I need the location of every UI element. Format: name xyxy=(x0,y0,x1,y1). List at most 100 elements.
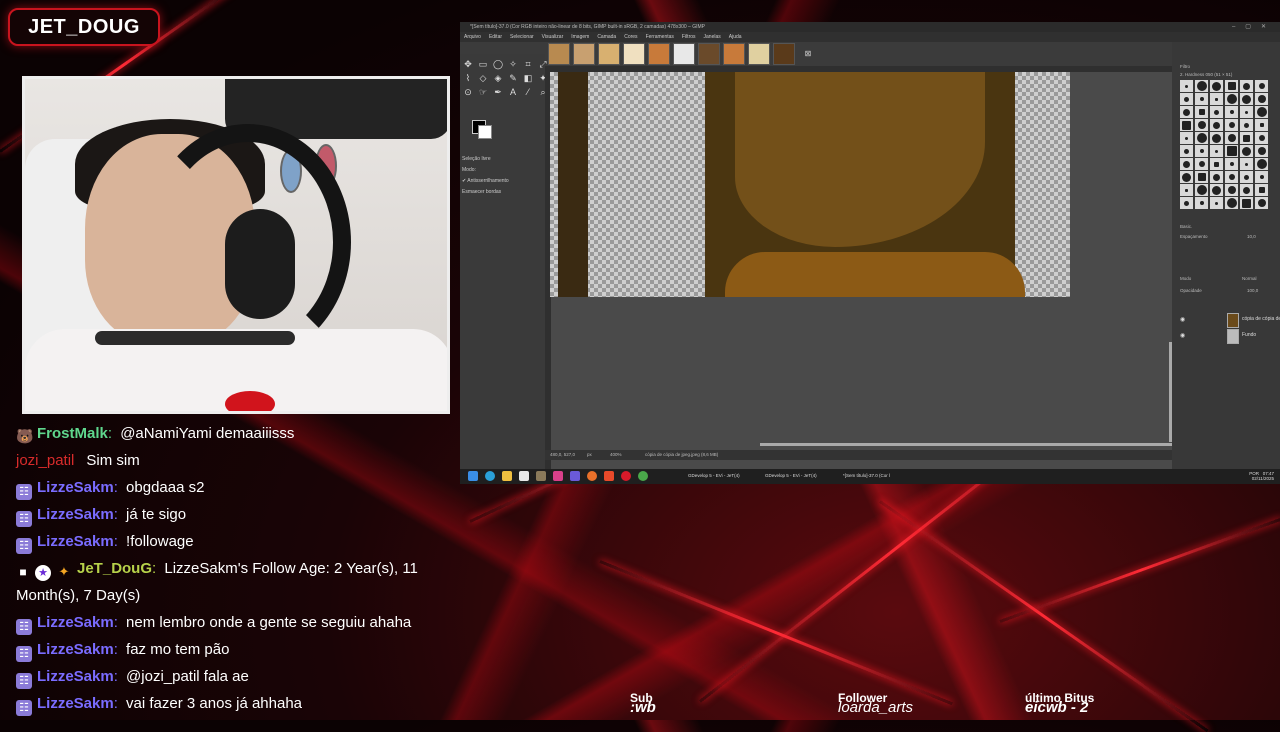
brush-preset-item[interactable] xyxy=(1195,171,1208,183)
sub-badge-icon[interactable]: ☷ xyxy=(16,619,32,635)
brush-preset-item[interactable] xyxy=(1240,184,1253,196)
brush-preset-item[interactable] xyxy=(1180,132,1193,144)
brush-preset-item[interactable] xyxy=(1210,145,1223,157)
chat-username[interactable]: LizzeSakm xyxy=(37,506,114,523)
clock-date[interactable]: 02/11/2025 xyxy=(1252,476,1274,481)
brush-preset-item[interactable] xyxy=(1240,106,1253,118)
brush-preset-item[interactable] xyxy=(1180,93,1193,105)
menu-item[interactable]: Arquivo xyxy=(464,34,481,40)
brush-preset-item[interactable] xyxy=(1255,93,1268,105)
window-controls[interactable]: –▢✕ xyxy=(1232,23,1276,30)
tool-option[interactable]: ✔ Antisserrilhamento xyxy=(460,176,545,187)
image-tab[interactable] xyxy=(573,43,595,65)
brush-preset-item[interactable] xyxy=(1180,197,1193,209)
brush-preset-item[interactable] xyxy=(1225,158,1238,170)
brush-preset-item[interactable] xyxy=(1225,197,1238,209)
brush-preset-item[interactable] xyxy=(1210,93,1223,105)
image-tab[interactable] xyxy=(648,43,670,65)
spacing-value[interactable]: 10,0 xyxy=(1247,234,1256,239)
brush-preset-item[interactable] xyxy=(1255,184,1268,196)
image-tab[interactable] xyxy=(673,43,695,65)
chrome-icon[interactable] xyxy=(638,471,648,481)
brush-preset-item[interactable] xyxy=(1225,184,1238,196)
brush-preset-item[interactable] xyxy=(1240,93,1253,105)
menu-item[interactable]: Camada xyxy=(597,34,616,40)
taskbar-app-gdevelop[interactable]: GDevelop 5 - EVi - JeT(4) xyxy=(765,473,817,478)
brush-preset-item[interactable] xyxy=(1255,145,1268,157)
chat-username[interactable]: LizzeSakm xyxy=(37,641,114,658)
brush-preset-item[interactable] xyxy=(1255,119,1268,131)
brush-preset-item[interactable] xyxy=(1255,197,1268,209)
brush-preset-item[interactable] xyxy=(1240,158,1253,170)
lasso-icon[interactable]: ◯ xyxy=(492,58,504,70)
brush-filter[interactable]: Filtro xyxy=(1180,64,1190,69)
chat-username[interactable]: LizzeSakm xyxy=(37,695,114,712)
brush-preset-item[interactable] xyxy=(1180,145,1193,157)
image-tab[interactable] xyxy=(723,43,745,65)
brush-preset-item[interactable] xyxy=(1255,106,1268,118)
image-tab[interactable] xyxy=(598,43,620,65)
brush-preset-item[interactable] xyxy=(1210,132,1223,144)
sub-badge-icon[interactable]: ☷ xyxy=(16,673,32,689)
chat-username[interactable]: LizzeSakm xyxy=(37,668,114,685)
chat-username[interactable]: JeT_DouG xyxy=(77,560,152,577)
brush-preset-item[interactable] xyxy=(1255,132,1268,144)
brush-preset-item[interactable] xyxy=(1255,158,1268,170)
layer-row[interactable]: ◉ Fundo xyxy=(1172,328,1280,344)
background-color[interactable] xyxy=(478,125,492,139)
edge-icon[interactable] xyxy=(485,471,495,481)
brush-preset-item[interactable] xyxy=(1225,80,1238,92)
chat-username[interactable]: LizzeSakm xyxy=(37,479,114,496)
brush-preset-item[interactable] xyxy=(1240,119,1253,131)
warp-icon[interactable]: ⌇ xyxy=(462,72,474,84)
brush-preset-item[interactable] xyxy=(1240,171,1253,183)
gimp-window[interactable]: *[Sem título]-37.0 (Cor RGB inteiro não-… xyxy=(460,22,1280,484)
brave-icon[interactable] xyxy=(604,471,614,481)
brush-preset-item[interactable] xyxy=(1180,184,1193,196)
brush-preset-item[interactable] xyxy=(1195,132,1208,144)
chat-username[interactable]: LizzeSakm xyxy=(37,614,114,631)
opacity-value[interactable]: 100,0 xyxy=(1247,288,1258,293)
smudge-icon[interactable]: ☞ xyxy=(477,86,489,98)
opera-icon[interactable] xyxy=(621,471,631,481)
star-badge-icon[interactable]: ★ xyxy=(35,565,51,581)
brush-preset-item[interactable] xyxy=(1180,80,1193,92)
clone-icon[interactable]: ⊙ xyxy=(462,86,474,98)
brush-preset-item[interactable] xyxy=(1195,145,1208,157)
menu-item[interactable]: Selecionar xyxy=(510,34,534,40)
fire-badge-icon[interactable]: ✦ xyxy=(56,564,72,580)
chat-username[interactable]: FrostMalk xyxy=(37,425,108,442)
unit-select[interactable]: px xyxy=(587,452,592,457)
text-tool-icon[interactable]: A xyxy=(507,86,519,98)
visibility-eye-icon[interactable]: ◉ xyxy=(1180,332,1185,339)
brush-preset-item[interactable] xyxy=(1210,158,1223,170)
fuzzy-select-icon[interactable]: ✧ xyxy=(507,58,519,70)
rect-select-icon[interactable]: ▭ xyxy=(477,58,489,70)
menu-item[interactable]: Filtros xyxy=(682,34,696,40)
layer-row[interactable]: ◉ cópia de cópia de xyxy=(1172,312,1280,328)
sub-badge-icon[interactable]: ☷ xyxy=(16,538,32,554)
image-tab[interactable] xyxy=(748,43,770,65)
taskbar-app-gdevelop[interactable]: GDevelop 5 - EVi - JeT(4) xyxy=(688,473,740,478)
sub-badge-icon[interactable]: ☷ xyxy=(16,484,32,500)
brush-preset-item[interactable] xyxy=(1240,197,1253,209)
brush-preset-item[interactable] xyxy=(1210,171,1223,183)
zoom-select[interactable]: 400% xyxy=(610,452,622,457)
brush-preset-item[interactable] xyxy=(1210,184,1223,196)
brush-preset-item[interactable] xyxy=(1225,106,1238,118)
paintbrush-icon[interactable]: ✎ xyxy=(507,72,519,84)
sub-badge-icon[interactable]: ☷ xyxy=(16,646,32,662)
brush-preset-item[interactable] xyxy=(1240,80,1253,92)
image-tab[interactable] xyxy=(548,43,570,65)
brush-preset-item[interactable] xyxy=(1210,106,1223,118)
gimp-titlebar[interactable]: *[Sem título]-37.0 (Cor RGB inteiro não-… xyxy=(460,22,1280,32)
visibility-eye-icon[interactable]: ◉ xyxy=(1180,316,1185,323)
crop-icon[interactable]: ⌗ xyxy=(522,58,534,70)
brush-preset-item[interactable] xyxy=(1195,106,1208,118)
brush-preset-item[interactable] xyxy=(1210,119,1223,131)
brush-preset-item[interactable] xyxy=(1225,119,1238,131)
chat-username[interactable]: jozi_patil xyxy=(16,452,74,469)
brush-preset-item[interactable] xyxy=(1180,119,1193,131)
brush-preset-item[interactable] xyxy=(1255,171,1268,183)
tool-option[interactable]: Modo: xyxy=(460,165,545,176)
